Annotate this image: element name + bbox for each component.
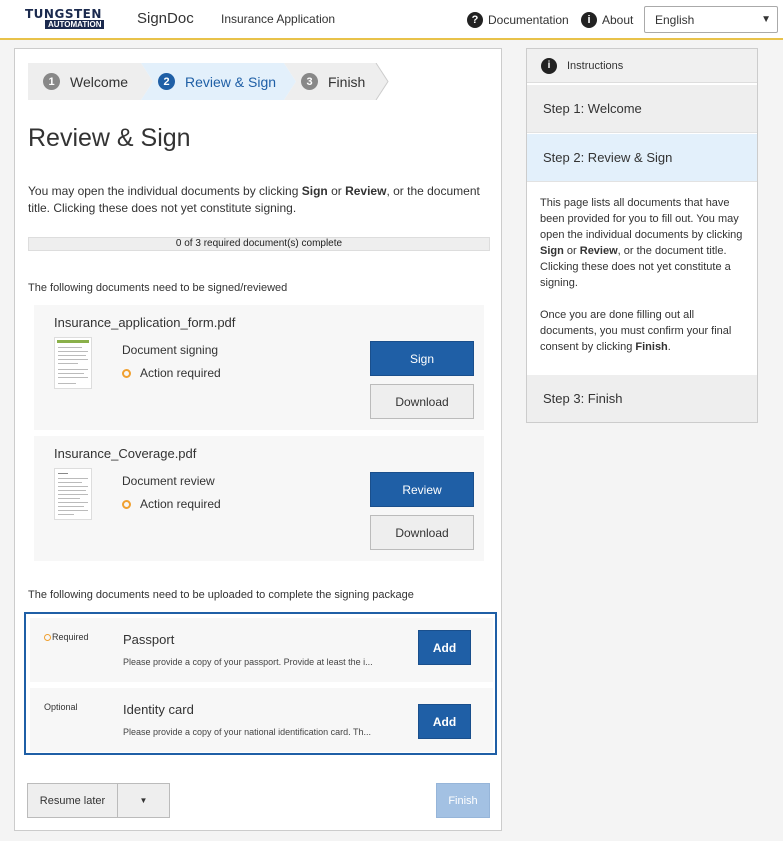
warning-icon	[122, 499, 131, 509]
document-type: Document review	[122, 474, 215, 488]
document-type: Document signing	[122, 343, 219, 357]
document-status: Action required	[122, 497, 221, 511]
instructions-step-2[interactable]: Step 2: Review & Sign	[527, 134, 757, 182]
upload-description: Please provide a copy of your national i…	[123, 727, 371, 737]
document-title-link[interactable]: Insurance_application_form.pdf	[54, 315, 235, 330]
about-label: About	[602, 13, 634, 27]
instructions-body: This page lists all documents that have …	[540, 195, 747, 371]
document-card: Insurance_application_form.pdf Document …	[34, 305, 484, 430]
step-welcome[interactable]: 1 Welcome	[43, 63, 128, 100]
package-name: Insurance Application	[221, 12, 336, 26]
instructions-panel: i Instructions Step 1: Welcome Step 2: R…	[526, 48, 758, 423]
chevron-down-icon: ▼	[761, 14, 771, 25]
language-select[interactable]: English ▼	[644, 6, 778, 33]
app-name: SignDoc	[137, 10, 194, 27]
main-panel: 1 Welcome 2 Review & Sign 3 Finish Revie…	[14, 48, 502, 831]
logo-top-text: TUNGSTEN	[25, 7, 102, 21]
documentation-link[interactable]: ? Documentation	[467, 12, 569, 28]
upload-description: Please provide a copy of your passport. …	[123, 657, 373, 667]
question-icon: ?	[467, 12, 483, 28]
step-number: 2	[158, 73, 175, 90]
app-header: TUNGSTEN AUTOMATION SignDoc Insurance Ap…	[0, 0, 783, 40]
step-number: 1	[43, 73, 60, 90]
tungsten-logo[interactable]: TUNGSTEN AUTOMATION	[25, 8, 112, 30]
finish-button[interactable]: Finish	[436, 783, 490, 818]
warning-icon	[44, 633, 51, 641]
status-label: Action required	[140, 366, 221, 380]
tag-label: Optional	[44, 702, 78, 712]
document-thumbnail[interactable]	[54, 337, 92, 389]
upload-name: Passport	[123, 632, 175, 647]
intro-part: or	[327, 184, 346, 198]
intro-text: You may open the individual documents by…	[28, 183, 483, 217]
resume-later-split-button: Resume later ▼	[27, 783, 170, 818]
upload-section-label: The following documents need to be uploa…	[28, 589, 414, 601]
download-button[interactable]: Download	[370, 515, 474, 550]
sign-section-label: The following documents need to be signe…	[28, 282, 288, 294]
step-label: Review & Sign	[185, 73, 277, 90]
info-icon: i	[541, 57, 557, 74]
review-button[interactable]: Review	[370, 472, 474, 507]
resume-later-button[interactable]: Resume later	[28, 784, 118, 817]
instructions-paragraph: This page lists all documents that have …	[540, 197, 743, 289]
warning-icon	[122, 368, 131, 378]
status-label: Action required	[140, 497, 221, 511]
instructions-step-3[interactable]: Step 3: Finish	[527, 375, 757, 422]
language-value: English	[655, 13, 695, 27]
document-status: Action required	[122, 366, 221, 380]
upload-item-identity-card: Optional Identity card Please provide a …	[30, 688, 493, 752]
step-label: Welcome	[70, 73, 129, 90]
instructions-header[interactable]: i Instructions	[527, 49, 757, 83]
document-card: Insurance_Coverage.pdf Document review A…	[34, 436, 484, 561]
completion-progress: 0 of 3 required document(s) complete	[28, 237, 490, 251]
add-identity-card-button[interactable]: Add	[418, 704, 471, 739]
intro-sign: Sign	[301, 184, 328, 198]
step-review-sign[interactable]: 2 Review & Sign	[158, 63, 276, 100]
about-link[interactable]: i About	[581, 12, 633, 28]
document-thumbnail[interactable]	[54, 468, 92, 520]
required-tag: Required	[44, 632, 89, 642]
caret-down-icon: ▼	[139, 796, 148, 805]
instructions-step-1[interactable]: Step 1: Welcome	[527, 85, 757, 133]
upload-list: Required Passport Please provide a copy …	[24, 612, 497, 755]
instructions-title: Instructions	[567, 59, 624, 72]
sign-button[interactable]: Sign	[370, 341, 474, 376]
download-button[interactable]: Download	[370, 384, 474, 419]
upload-name: Identity card	[123, 702, 194, 717]
resume-dropdown-toggle[interactable]: ▼	[118, 784, 169, 817]
page-title: Review & Sign	[28, 124, 191, 152]
step-label: Finish	[328, 73, 366, 90]
add-passport-button[interactable]: Add	[418, 630, 471, 665]
tag-label: Required	[52, 632, 89, 642]
intro-part: You may open the individual documents by…	[28, 184, 302, 198]
intro-review: Review	[345, 184, 387, 198]
info-icon: i	[581, 12, 597, 28]
optional-tag: Optional	[44, 702, 78, 712]
logo-bottom-text: AUTOMATION	[45, 20, 105, 29]
upload-item-passport: Required Passport Please provide a copy …	[30, 618, 493, 682]
step-finish[interactable]: 3 Finish	[301, 63, 365, 100]
documentation-label: Documentation	[488, 13, 569, 27]
step-number: 3	[301, 73, 318, 90]
document-title-link[interactable]: Insurance_Coverage.pdf	[54, 446, 196, 461]
instructions-paragraph: Once you are done filling out all docume…	[540, 309, 732, 353]
